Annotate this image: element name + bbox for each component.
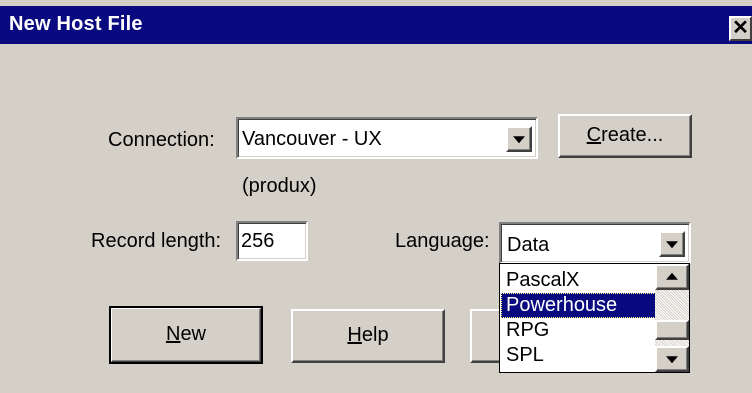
scroll-down-button[interactable] (655, 346, 689, 372)
language-option-pascalx[interactable]: PascalX (501, 268, 656, 293)
help-button[interactable]: Help (291, 309, 445, 363)
language-option-powerhouse[interactable]: Powerhouse (501, 293, 656, 318)
scroll-up-button[interactable] (655, 264, 689, 290)
chevron-down-icon (666, 356, 678, 364)
new-button-label: ew (180, 323, 207, 345)
language-list-scrollbar[interactable] (655, 264, 689, 372)
close-icon: ✕ (732, 17, 749, 39)
title-bar[interactable]: New Host File ✕ (0, 6, 752, 44)
create-button-label: reate... (601, 124, 664, 146)
chevron-up-icon (666, 272, 678, 280)
chevron-down-icon (513, 136, 525, 144)
help-button-accel: H (347, 324, 362, 346)
language-option-rpg[interactable]: RPG (501, 318, 656, 343)
help-button-label: elp (361, 324, 389, 346)
connection-host-note: (produx) (242, 175, 317, 197)
create-button-accel: C (586, 124, 602, 146)
language-label: Language: (395, 230, 490, 252)
chevron-down-icon (666, 241, 678, 249)
connection-combobox[interactable]: Vancouver - UX (236, 117, 538, 159)
record-length-label: Record length: (91, 230, 222, 252)
scroll-thumb[interactable] (655, 320, 689, 340)
language-dropdown-button[interactable] (659, 231, 685, 257)
language-combobox[interactable]: Data (499, 222, 691, 264)
create-button[interactable]: Create... (558, 114, 692, 158)
connection-value: Vancouver - UX (242, 128, 382, 150)
new-button-accel: N (165, 323, 181, 345)
window-title: New Host File (9, 13, 143, 35)
language-dropdown-list[interactable]: PascalX Powerhouse RPG SPL (499, 263, 690, 373)
close-button[interactable]: ✕ (729, 16, 752, 41)
record-length-value: 256 (241, 230, 275, 252)
language-value: Data (507, 234, 550, 256)
connection-dropdown-button[interactable] (506, 126, 532, 152)
new-host-file-dialog: New Host File ✕ Connection: Vancouver - … (0, 0, 752, 393)
language-option-spl[interactable]: SPL (501, 343, 656, 368)
connection-label: Connection: (108, 129, 215, 151)
new-button[interactable]: New (109, 306, 263, 364)
record-length-input[interactable]: 256 (236, 221, 308, 261)
